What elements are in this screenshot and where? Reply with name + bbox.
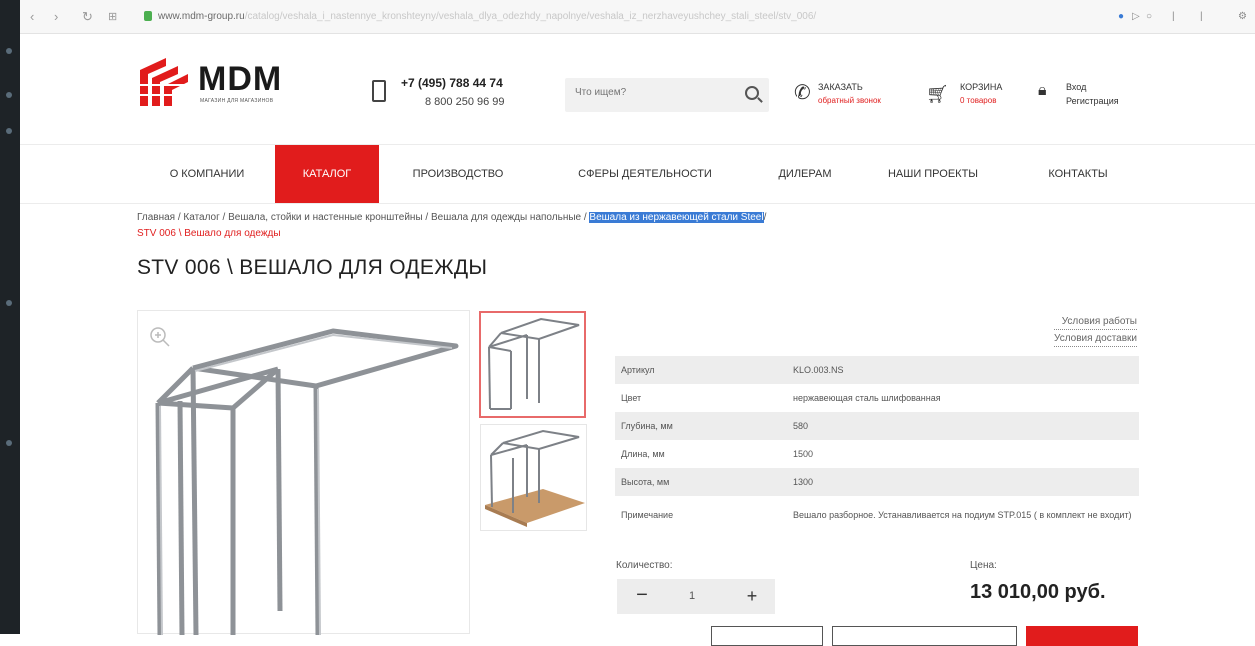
spec-label: Глубина, мм [615,412,787,440]
thumbnail-1[interactable] [479,311,586,418]
address-bar[interactable]: www.mdm-group.ru/catalog/veshala_i_naste… [158,11,816,22]
spec-label: Длина, мм [621,449,665,459]
cart-icon[interactable]: 🛒︎ [926,84,949,105]
breadcrumb-current: STV 006 \ Вешало для одежды [137,228,281,239]
spec-value: 1500 [793,449,814,459]
cart-title[interactable]: КОРЗИНА [960,82,1002,92]
quantity-label: Количество: [616,560,673,571]
menu-icon[interactable]: | [1172,11,1175,22]
search-box [565,78,769,112]
breadcrumb-separator: / [763,212,767,223]
play-icon[interactable]: ▷ [1132,11,1140,22]
price-value: 13 010,00 руб. [970,581,1106,603]
spec-value: KLO.003.NS [787,356,1139,384]
main-menu: О КОМПАНИИ КАТАЛОГ ПРОИЗВОДСТВО СФЕРЫ ДЕ… [20,144,1255,204]
menu-item-spheres[interactable]: СФЕРЫ ДЕЯТЕЛЬНОСТИ [555,145,735,203]
spec-row: Высота, мм 1300 [615,468,1139,496]
menu-item-dealers[interactable]: ДИЛЕРАМ [762,145,848,203]
search-icon[interactable] [745,86,759,100]
breadcrumb-highlighted[interactable]: Вешала из нержавеющей стали Steel [589,212,764,223]
spec-row: Длина, мм 1500 [615,440,1139,468]
forward-icon[interactable]: › [54,9,58,24]
os-sidebar-strip [0,0,20,634]
spec-label: Артикул [615,356,787,384]
spec-label: Высота, мм [615,468,787,496]
callback-subtitle[interactable]: обратный звонок [818,96,881,105]
clothes-rack-illustration [155,328,459,635]
menu-item-company[interactable]: О КОМПАНИИ [156,145,258,203]
delivery-link[interactable]: Условия доставки [1054,331,1137,347]
terms-link[interactable]: Условия работы [1054,314,1137,330]
logo-mark-icon [138,58,188,106]
breadcrumb: Главная / Каталог / Вешала, стойки и нас… [137,210,1037,242]
thumbnail-rack-image [488,317,580,410]
logo-text: MDM [198,60,283,98]
spec-row: Глубина, мм 580 [615,412,1139,440]
apps-icon[interactable]: ⊞ [108,10,117,23]
callback-title[interactable]: ЗАКАЗАТЬ [818,82,863,92]
search-input[interactable] [575,87,735,98]
thumbnail-rack-podium-image [485,429,585,527]
spec-row: Артикул KLO.003.NS [615,356,1139,384]
info-links: Условия работы Условия доставки [1054,314,1137,348]
settings-icon[interactable]: ⚙ [1238,11,1247,22]
spec-value: 1300 [787,468,1139,496]
reload-icon[interactable]: ↻ [82,9,93,25]
spec-value: Вешало разборное. Устанавливается на под… [793,509,1132,520]
phone-primary[interactable]: +7 (495) 788 44 74 [401,76,503,90]
action-button-2[interactable] [832,626,1017,646]
product-specs-table: Артикул KLO.003.NS Цвет нержавеющая сталь … [615,356,1139,534]
logo-tagline: МАГАЗИН ДЛЯ МАГАЗИНОВ [200,98,274,104]
extension-icon[interactable]: ● [1118,11,1124,22]
lock-icon [144,11,152,21]
spec-row: Цвет нержавеющая сталь шлифованная [615,384,1139,412]
spec-label: Цвет [621,393,642,403]
url-path: /catalog/veshala_i_nastennye_kronshteyny… [244,11,817,22]
url-host: www.mdm-group.ru [158,11,245,22]
menu-item-catalog[interactable]: КАТАЛОГ [275,145,379,203]
menu-item-production[interactable]: ПРОИЗВОДСТВО [398,145,518,203]
phone-secondary[interactable]: 8 800 250 96 99 [425,96,505,108]
site-header: MDM МАГАЗИН ДЛЯ МАГАЗИНОВ +7 (495) 788 4… [20,34,1255,144]
spec-label: Примечание [621,509,674,520]
spec-value: 580 [787,412,1139,440]
menu-item-projects[interactable]: НАШИ ПРОЕКТЫ [870,145,996,203]
increase-quantity-button[interactable]: + [741,585,763,607]
thumbnail-2[interactable] [480,424,587,531]
callback-phone-icon[interactable]: ✆ [794,80,811,105]
lock-user-icon: 🔒︎ [1038,82,1047,99]
register-link[interactable]: Регистрация [1066,96,1119,106]
page-title: STV 006 \ ВЕШАЛО ДЛЯ ОДЕЖДЫ [137,256,488,279]
phone-icon [372,80,386,102]
menu-item-contacts[interactable]: КОНТАКТЫ [1025,145,1131,203]
mdm-logo[interactable]: MDM МАГАЗИН ДЛЯ МАГАЗИНОВ [136,54,306,112]
decrease-quantity-button[interactable]: − [631,585,653,607]
spec-row: Примечание Вешало разборное. Устанавливае… [615,496,1139,534]
product-main-image[interactable] [137,310,470,635]
spec-value: нержавеющая сталь шлифованная [793,393,941,403]
circle-icon[interactable]: ○ [1146,11,1152,22]
more-icon[interactable]: | [1200,11,1203,22]
browser-toolbar: ‹ › ↻ ⊞ www.mdm-group.ru/catalog/veshala… [20,0,1255,34]
quantity-input[interactable]: 1 [681,590,703,602]
login-link[interactable]: Вход [1066,82,1086,92]
cart-count[interactable]: 0 товаров [960,96,996,105]
quantity-stepper: − 1 + [617,579,775,614]
back-icon[interactable]: ‹ [30,9,34,24]
buy-button[interactable] [1026,626,1138,646]
price-label: Цена: [970,560,997,571]
breadcrumb-path[interactable]: Главная / Каталог / Вешала, стойки и нас… [137,212,589,223]
action-button-1[interactable] [711,626,823,646]
